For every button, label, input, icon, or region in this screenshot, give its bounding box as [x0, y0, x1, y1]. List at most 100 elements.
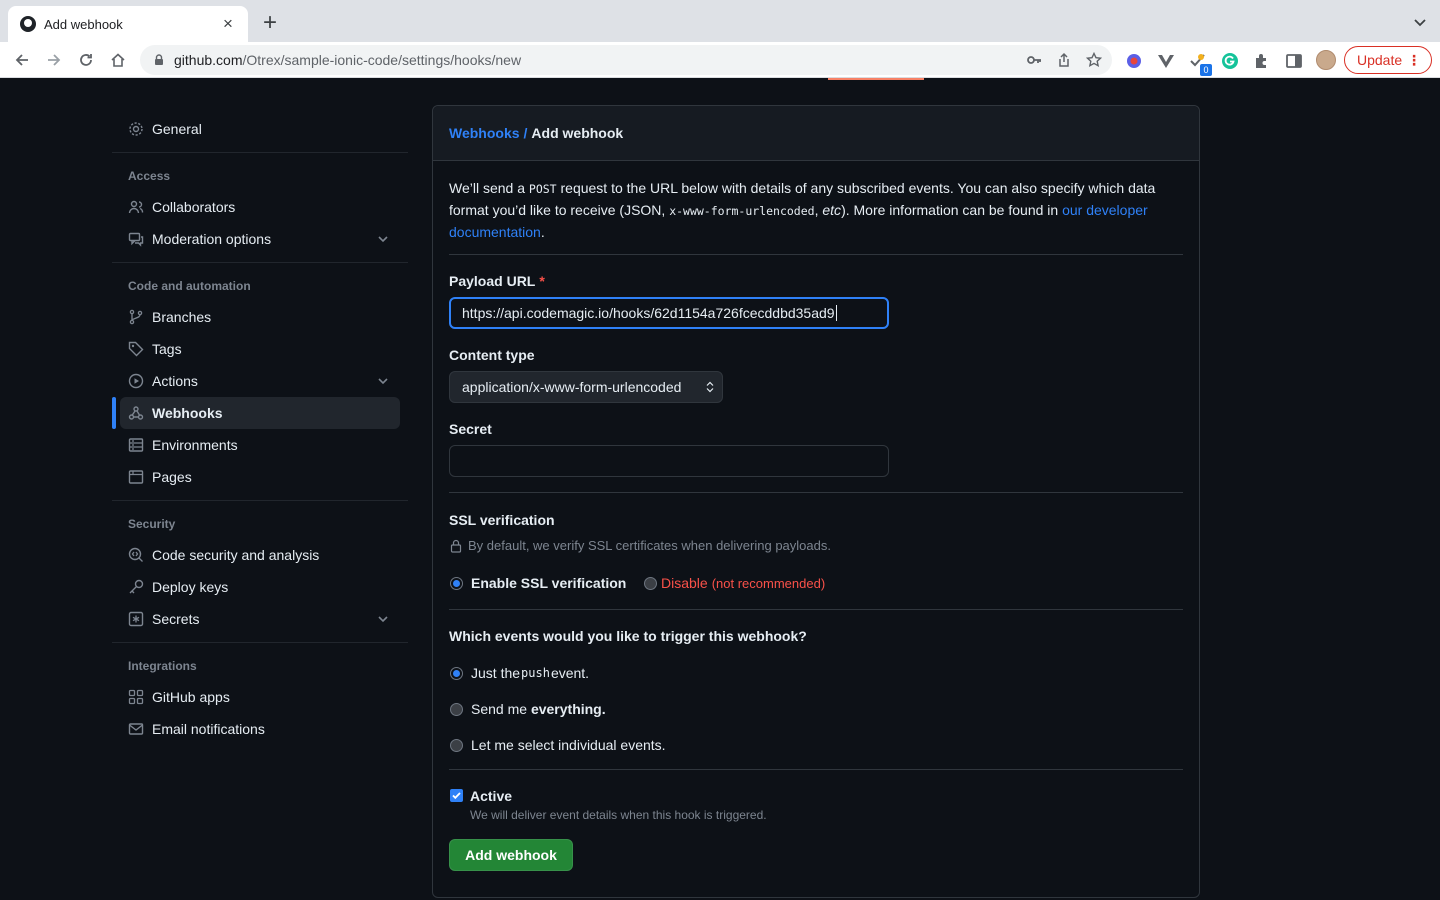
tab-close-icon[interactable]: ×: [218, 14, 238, 34]
asterisk-box-icon: [128, 611, 144, 627]
sidebar-item-secrets[interactable]: Secrets: [120, 603, 400, 635]
update-button[interactable]: Update ⋮: [1344, 46, 1432, 74]
share-icon[interactable]: [1056, 52, 1072, 68]
sidebar-divider: [112, 642, 408, 643]
sidebar-item-actions[interactable]: Actions: [120, 365, 400, 397]
event-push-radio[interactable]: Just the push event.: [450, 665, 589, 681]
sidebar-item-label: Branches: [152, 309, 212, 325]
color-picker-extension-icon[interactable]: [1125, 52, 1143, 70]
lock-icon: [450, 539, 462, 553]
people-icon: [128, 200, 144, 214]
extensions-puzzle-icon[interactable]: [1253, 52, 1271, 70]
sidebar-item-branches[interactable]: Branches: [120, 301, 400, 333]
sidebar-item-general[interactable]: General: [120, 113, 400, 145]
chevron-down-icon[interactable]: [376, 374, 390, 388]
sidebar-divider: [112, 152, 408, 153]
content-type-select[interactable]: application/x-www-form-urlencoded: [449, 371, 723, 403]
more-menu-icon[interactable]: ⋮: [1407, 52, 1421, 68]
sidebar-item-webhooks[interactable]: Webhooks: [120, 397, 400, 429]
text-caret: [835, 305, 837, 321]
lock-icon[interactable]: [152, 53, 166, 67]
vue-extension-icon[interactable]: [1157, 52, 1175, 70]
address-bar[interactable]: github.com/Otrex/sample-ionic-code/setti…: [140, 45, 1112, 75]
webhook-icon: [128, 406, 144, 420]
sidebar-divider: [112, 262, 408, 263]
sidebar-item-environments[interactable]: Environments: [120, 429, 400, 461]
secret-input[interactable]: [449, 445, 889, 477]
profile-avatar[interactable]: [1316, 50, 1336, 70]
divider: [449, 492, 1183, 493]
browser-tab-bar: Add webhook × +: [0, 0, 1440, 42]
home-icon[interactable]: [102, 44, 134, 76]
add-webhook-form: Webhooks / Add webhook We’ll send a POST…: [432, 105, 1200, 898]
sidebar-item-label: Webhooks: [152, 405, 223, 421]
sidebar-item-label: Environments: [152, 437, 238, 453]
github-favicon-icon: [20, 16, 36, 32]
event-everything-radio[interactable]: Send me everything.: [450, 701, 606, 717]
ssl-disable-radio[interactable]: Disable (not recommended): [644, 575, 825, 591]
sidebar-heading-code-automation: Code and automation: [128, 279, 251, 293]
radio-button[interactable]: [450, 738, 463, 752]
breadcrumb-webhooks-link[interactable]: Webhooks: [449, 125, 520, 141]
browser-icon: [128, 470, 144, 484]
intro-text: We’ll send a POST request to the URL bel…: [449, 180, 1156, 240]
key-icon[interactable]: [1026, 52, 1042, 68]
tab-list-chevron-icon[interactable]: [1412, 14, 1428, 30]
back-icon[interactable]: [6, 44, 38, 76]
grammarly-extension-icon[interactable]: [1221, 52, 1239, 70]
active-label[interactable]: Active: [470, 788, 512, 804]
sidebar-item-github-apps[interactable]: GitHub apps: [120, 681, 400, 713]
add-webhook-button[interactable]: Add webhook: [449, 839, 573, 871]
chevron-down-icon[interactable]: [376, 612, 390, 626]
divider: [449, 254, 1183, 255]
divider: [449, 609, 1183, 610]
forward-icon[interactable]: [38, 44, 70, 76]
required-mark: *: [539, 273, 545, 289]
events-title: Which events would you like to trigger t…: [449, 628, 807, 644]
reload-icon[interactable]: [70, 44, 102, 76]
radio-button[interactable]: [644, 576, 657, 590]
breadcrumb-separator: /: [523, 125, 528, 141]
sidebar-active-indicator: [112, 397, 116, 429]
sidebar-heading-security: Security: [128, 517, 176, 531]
radio-button[interactable]: [450, 666, 463, 680]
apps-icon: [128, 689, 144, 705]
ssl-note: By default, we verify SSL certificates w…: [449, 538, 831, 553]
sidebar-heading-integrations: Integrations: [128, 659, 197, 673]
sidebar-item-label: GitHub apps: [152, 689, 230, 705]
sidebar-item-label: Email notifications: [152, 721, 265, 737]
radio-button[interactable]: [450, 702, 463, 716]
sidebar-heading-access: Access: [128, 169, 171, 183]
breadcrumb-current: Add webhook: [531, 125, 624, 141]
radio-button[interactable]: [450, 576, 463, 590]
divider: [449, 769, 1183, 770]
browser-tab[interactable]: Add webhook ×: [8, 6, 248, 42]
sidebar-item-code-security[interactable]: Code security and analysis: [120, 539, 400, 571]
sidebar-item-tags[interactable]: Tags: [120, 333, 400, 365]
active-note: We will deliver event details when this …: [470, 808, 767, 822]
gear-icon: [129, 122, 143, 136]
active-checkbox[interactable]: [450, 789, 463, 802]
chevron-down-icon[interactable]: [376, 232, 390, 246]
breadcrumb: Webhooks / Add webhook: [433, 106, 1199, 161]
url-text[interactable]: github.com/Otrex/sample-ionic-code/setti…: [174, 52, 1026, 68]
tag-icon: [128, 341, 144, 357]
payload-url-input[interactable]: https://api.codemagic.io/hooks/62d1154a7…: [449, 297, 889, 329]
side-panel-icon[interactable]: [1285, 52, 1303, 70]
sidebar-item-moderation-options[interactable]: Moderation options: [120, 223, 400, 255]
event-individual-radio[interactable]: Let me select individual events.: [450, 737, 666, 753]
sidebar-item-email-notifications[interactable]: Email notifications: [120, 713, 400, 745]
codescan-icon: [128, 547, 143, 562]
ssl-enable-radio[interactable]: Enable SSL verification: [450, 575, 626, 591]
bookmark-star-icon[interactable]: [1086, 52, 1102, 68]
extension-badge: 0: [1200, 64, 1212, 76]
select-updown-icon: [706, 381, 714, 393]
new-tab-icon[interactable]: +: [258, 11, 282, 36]
sidebar-item-deploy-keys[interactable]: Deploy keys: [120, 571, 400, 603]
sidebar-item-collaborators[interactable]: Collaborators: [120, 191, 400, 223]
sidebar-item-pages[interactable]: Pages: [120, 461, 400, 493]
browser-toolbar: github.com/Otrex/sample-ionic-code/setti…: [0, 42, 1440, 78]
comment-discussion-icon: [128, 232, 144, 247]
check-icon: [452, 792, 461, 800]
key-icon: [129, 579, 144, 594]
